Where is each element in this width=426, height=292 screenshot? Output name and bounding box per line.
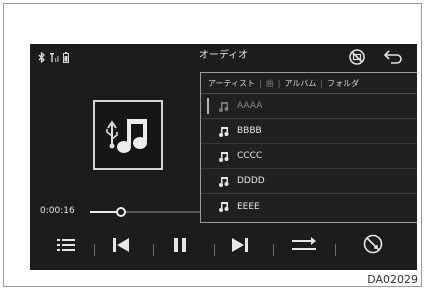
tab-folder[interactable]: フォルダ [324,78,362,89]
back-button[interactable] [383,49,403,68]
figure-frame: オーディオ 0:00:16 アーティスト | 曲 | アルバム | フォルダ A… [3,3,422,287]
browse-tabs: アーティスト | 曲 | アルバム | フォルダ [201,73,417,94]
album-art-placeholder [93,100,163,170]
repeat-icon [292,237,316,250]
music-note-icon [219,151,229,162]
audio-off-icon [348,49,366,70]
shuffle-off-icon [363,234,383,254]
next-track-icon [232,238,248,252]
previous-track-button[interactable] [113,237,129,256]
control-divider [335,244,336,256]
tab-artist[interactable]: アーティスト [205,78,258,89]
list-item-label: EEEE [237,201,260,212]
audio-off-button[interactable] [348,48,366,70]
list-item-label: DDDD [237,176,265,186]
list-item[interactable]: BBBB [201,119,417,144]
next-track-button[interactable] [232,237,248,256]
shuffle-button[interactable] [363,234,383,258]
control-divider [273,244,274,256]
list-item-label: CCCC [237,151,263,161]
music-note-icon [219,126,229,137]
repeat-button[interactable] [292,237,316,257]
list-item-label: BBBB [237,126,262,136]
tab-album[interactable]: アルバム [281,78,319,89]
progress-knob[interactable] [115,207,126,217]
list-button[interactable] [57,237,75,256]
back-arrow-icon [383,49,403,68]
pause-button[interactable] [173,237,187,256]
tab-song[interactable]: 曲 [263,78,277,89]
music-note-icon [219,202,229,212]
head-unit-screen: オーディオ 0:00:16 アーティスト | 曲 | アルバム | フォルダ A… [30,44,417,270]
control-divider [94,244,95,256]
elapsed-time: 0:00:16 [40,206,75,216]
previous-track-icon [113,238,129,252]
list-item[interactable]: AAAA [201,94,417,119]
list-icon [57,239,75,251]
list-item-label: AAAA [237,101,263,111]
list-item[interactable]: CCCC [201,144,417,169]
list-item[interactable]: EEEE [201,194,417,219]
pause-icon [174,238,186,252]
control-divider [214,244,215,256]
music-note-icon [219,176,229,187]
browse-panel: アーティスト | 曲 | アルバム | フォルダ AAAA BBBB CCCC [200,72,417,223]
music-note-icon [219,101,229,112]
list-cursor [207,98,209,114]
list-item[interactable]: DDDD [201,169,417,194]
figure-code: DA02029 [367,273,418,286]
control-divider [153,244,154,256]
usb-music-icon [106,119,147,153]
